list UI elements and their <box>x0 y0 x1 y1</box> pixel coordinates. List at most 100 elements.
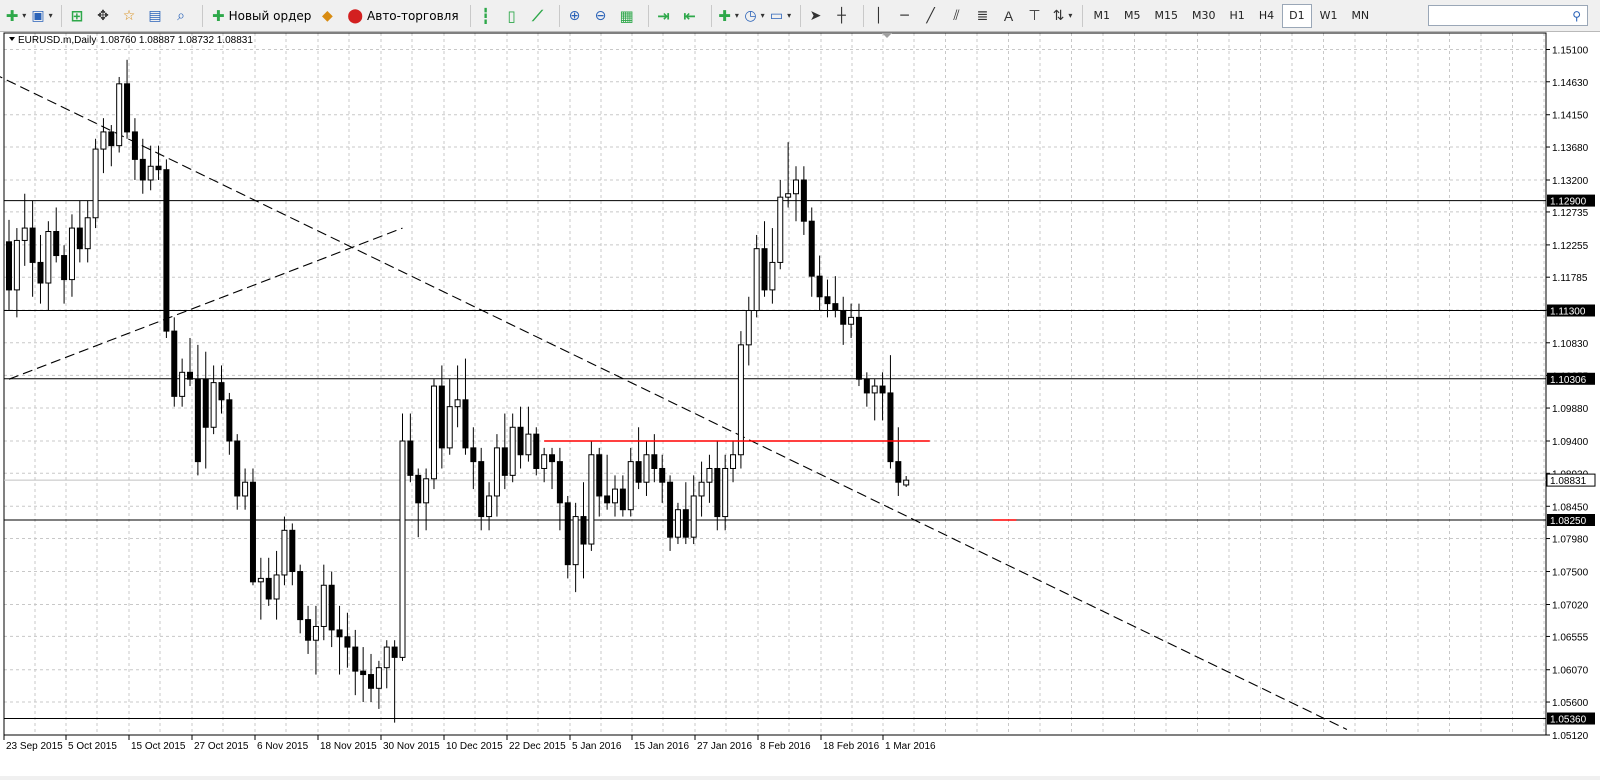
price-tick-label: 1.08450 <box>1552 502 1589 513</box>
candle-body-bearish <box>265 577 272 600</box>
price-tick-label: 1.06070 <box>1552 666 1589 677</box>
terminal-button[interactable]: ▤ <box>145 4 169 28</box>
search-input[interactable]: ⚲ <box>1428 5 1588 26</box>
candle-body-bullish <box>730 454 737 469</box>
favorites-button[interactable]: ☆ <box>119 4 143 28</box>
bar-chart-icon: ┇ <box>481 6 491 25</box>
channel-icon: ⫽ <box>953 7 960 24</box>
line-chart-button[interactable]: ⟋ <box>528 4 552 28</box>
chevron-down-icon: ▾ <box>787 11 792 20</box>
candle-body-bearish <box>824 296 831 305</box>
chevron-down-icon: ▾ <box>734 11 739 20</box>
dashed-trendline[interactable] <box>0 74 1348 730</box>
navigator-button[interactable]: ✥ <box>93 4 117 28</box>
new-chart-button[interactable]: ✚ ▾ <box>4 4 28 28</box>
chart-shift-button[interactable]: ⇤ <box>680 4 704 28</box>
periods-button[interactable]: ◷ ▾ <box>743 4 767 28</box>
timeframe-w1[interactable]: W1 <box>1314 4 1344 28</box>
time-tick-label: 15 Jan 2016 <box>634 741 689 752</box>
templates-button[interactable]: ▭ ▾ <box>769 4 793 28</box>
candle-body-bearish <box>305 619 312 641</box>
crosshair-button[interactable]: ┼ <box>832 4 856 28</box>
timeframe-d1[interactable]: D1 <box>1282 3 1312 28</box>
new-order-button[interactable]: ✚ Новый ордер <box>208 4 315 28</box>
magnifier-doc-icon: ⌕ <box>177 7 185 24</box>
star-folder-icon: ☆ <box>122 7 136 24</box>
trendline-icon: ╱ <box>926 7 935 24</box>
candle-body-bearish <box>619 488 626 511</box>
candle-body-bearish <box>635 461 642 483</box>
candle-body-bearish <box>580 516 587 545</box>
arrows-button[interactable]: ⇅ ▾ <box>1051 4 1075 28</box>
candle-body-bullish <box>848 316 855 325</box>
candle-body-bullish <box>611 488 618 504</box>
price-tick-label: 1.10830 <box>1552 339 1589 350</box>
candle-body-bearish <box>194 378 201 463</box>
toolbar-separator <box>469 4 471 27</box>
symbol-dropdown-triangle[interactable] <box>9 37 15 41</box>
candle-body-bullish <box>722 467 729 518</box>
strategy-tester-button[interactable]: ⌕ <box>171 4 195 28</box>
candle-body-bullish <box>903 479 910 486</box>
price-tick-label: 1.07020 <box>1552 600 1589 611</box>
time-tick-label: 10 Dec 2015 <box>446 741 503 752</box>
candle-body-bullish <box>486 495 493 518</box>
indicators-icon: ✚ <box>718 6 731 25</box>
timeframe-m30[interactable]: M30 <box>1186 4 1222 28</box>
vertical-line-button[interactable]: │ <box>869 4 893 28</box>
candle-body-bullish <box>257 577 264 583</box>
fibonacci-button[interactable]: ≣ <box>973 4 997 28</box>
new-order-icon: ✚ <box>212 6 225 25</box>
terminal-window-icon: ▤ <box>148 7 162 24</box>
zoom-out-icon: ⊖ <box>594 7 607 24</box>
price-tick-label: 1.07980 <box>1552 535 1589 546</box>
metaeditor-button[interactable]: ◆ <box>317 4 341 28</box>
candle-body-bearish <box>478 461 485 518</box>
autotrading-button[interactable]: ⬤ Авто-торговля <box>343 4 462 28</box>
market-watch-icon: ⊞ <box>70 6 84 25</box>
candle-body-bearish <box>816 275 823 298</box>
candle-body-bearish <box>368 674 375 689</box>
cursor-button[interactable]: ➤ <box>806 4 830 28</box>
time-tick-label: 18 Nov 2015 <box>320 741 377 752</box>
search-icon[interactable]: ⚲ <box>1572 9 1581 23</box>
timeframe-mn[interactable]: MN <box>1345 4 1375 28</box>
candle-body-bearish <box>61 255 68 281</box>
timeframe-m5[interactable]: M5 <box>1118 4 1147 28</box>
price-tick-label: 1.15100 <box>1552 45 1589 56</box>
toolbar-separator <box>202 4 203 27</box>
candle-body-bearish <box>139 158 146 181</box>
candle-body-bearish <box>596 454 603 497</box>
equidistant-channel-button[interactable]: ⫽ <box>947 4 971 28</box>
candle-body-bullish <box>793 179 799 195</box>
timeframe-h1[interactable]: H1 <box>1224 4 1251 28</box>
bar-chart-button[interactable]: ┇ <box>476 4 500 28</box>
chart-window[interactable]: 1.15100 1.14630 1.14150 1.13680 1.13200 1.127… <box>0 32 1600 776</box>
clock-icon: ◷ <box>744 7 757 24</box>
candlestick-chart-button[interactable]: ▯ <box>502 4 526 28</box>
text-label-button[interactable]: ⊤ <box>1025 4 1049 28</box>
candle-body-bullish <box>242 481 249 497</box>
level-price-label: 1.11300 <box>1550 307 1586 318</box>
price-chart[interactable]: 1.15100 1.14630 1.14150 1.13680 1.13200 1.127… <box>0 32 1600 776</box>
zoom-in-button[interactable]: ⊕ <box>565 4 589 28</box>
candle-body-bearish <box>659 467 666 483</box>
timeframe-m1[interactable]: M1 <box>1088 4 1117 28</box>
horizontal-line-button[interactable]: ─ <box>895 4 919 28</box>
text-button[interactable]: A <box>999 4 1023 28</box>
timeframe-h4[interactable]: H4 <box>1253 4 1280 28</box>
level-price-label: 1.05360 <box>1550 715 1587 726</box>
candle-body-bearish <box>863 378 870 394</box>
zoom-out-button[interactable]: ⊖ <box>591 4 615 28</box>
profiles-button[interactable]: ▣ ▾ <box>30 4 54 28</box>
candle-body-bullish <box>383 646 390 669</box>
candle-body-bullish <box>210 382 217 428</box>
auto-scroll-button[interactable]: ⇥ <box>654 4 678 28</box>
indicators-button[interactable]: ✚ ▾ <box>717 4 741 28</box>
price-tick-label: 1.13680 <box>1552 143 1589 154</box>
tile-windows-button[interactable]: ▦ <box>617 4 641 28</box>
timeframe-m15[interactable]: M15 <box>1149 4 1185 28</box>
trendline-button[interactable]: ╱ <box>921 4 945 28</box>
market-watch-button[interactable]: ⊞ <box>67 4 91 28</box>
candle-body-bearish <box>462 399 469 449</box>
